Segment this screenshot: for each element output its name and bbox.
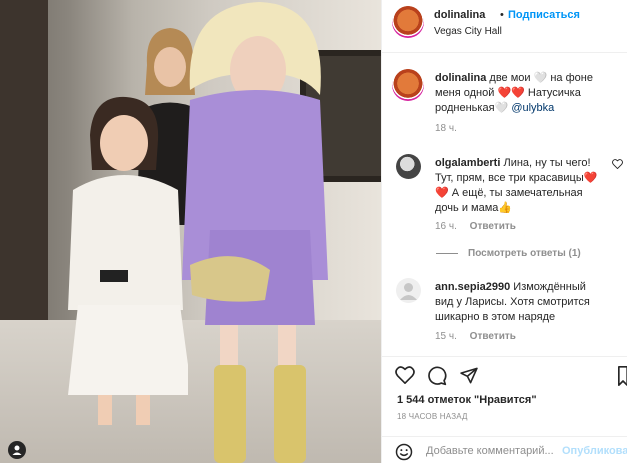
bookmark-icon[interactable]	[618, 366, 627, 386]
likes-count[interactable]: 1 544 отметок "Нравится"	[397, 394, 537, 406]
author-username[interactable]: dolinalina	[434, 9, 485, 21]
caption-avatar[interactable]	[392, 69, 424, 101]
tagged-users-icon[interactable]	[8, 441, 26, 459]
commenter-avatar[interactable]	[396, 154, 421, 179]
caption-mention[interactable]: @ulybka	[511, 102, 554, 114]
emoji-icon[interactable]	[395, 443, 413, 461]
caption-username[interactable]: dolinalina	[435, 72, 486, 84]
post-photo[interactable]	[0, 0, 381, 463]
action-bar	[382, 356, 627, 387]
replies-line	[436, 252, 458, 254]
publish-button[interactable]: Опубликовать	[562, 445, 627, 457]
add-comment-bar: Добавьте комментарий... Опубликовать	[382, 436, 627, 464]
post-timestamp: 18 ЧАСОВ НАЗАД	[397, 412, 468, 421]
comment-time: 15 ч.	[435, 331, 457, 342]
view-replies-label: Посмотреть ответы (1)	[468, 248, 581, 259]
comment-meta: 16 ч. Ответить	[435, 221, 516, 232]
avatar[interactable]	[392, 6, 424, 38]
comment-text: ann.sepia2990 Измождённый вид у Ларисы. …	[435, 280, 600, 325]
commenter-avatar[interactable]	[396, 278, 421, 303]
caption-text: dolinalina две мои 🤍 на фоне меня одной …	[435, 71, 620, 116]
comment-input[interactable]: Добавьте комментарий...	[426, 445, 554, 457]
default-avatar-icon	[400, 283, 417, 300]
photo-person-woman	[182, 2, 328, 463]
comment-username[interactable]: olgalamberti	[435, 157, 500, 169]
panel-divider	[381, 0, 382, 463]
heart-icon[interactable]	[395, 366, 415, 384]
post-header: dolinalina • Подписаться Vegas City Hall	[382, 0, 627, 53]
comment-text: olgalamberti Лина, ну ты чего! Тут, прям…	[435, 156, 600, 216]
share-icon[interactable]	[459, 366, 479, 385]
reply-button[interactable]: Ответить	[470, 331, 516, 342]
comment-like-icon[interactable]	[612, 159, 623, 169]
separator-dot: •	[500, 9, 504, 21]
comment-time: 16 ч.	[435, 221, 457, 232]
reply-button[interactable]: Ответить	[470, 221, 516, 232]
photo-person-girl	[68, 96, 188, 425]
view-replies-button[interactable]: Посмотреть ответы (1)	[436, 248, 581, 259]
comment-icon[interactable]	[427, 366, 447, 386]
location-link[interactable]: Vegas City Hall	[434, 26, 502, 37]
comment-meta: 15 ч. Ответить	[435, 331, 516, 342]
comment-username[interactable]: ann.sepia2990	[435, 281, 510, 293]
caption-time: 18 ч.	[435, 123, 457, 134]
follow-button[interactable]: Подписаться	[508, 9, 580, 21]
